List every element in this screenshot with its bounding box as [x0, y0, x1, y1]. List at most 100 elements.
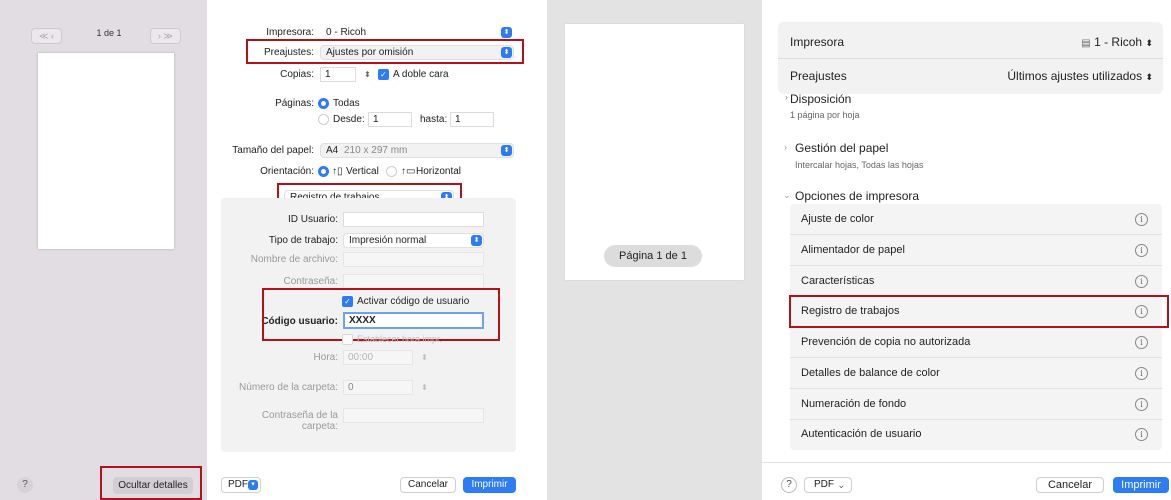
previous-page-button[interactable]: ≪ ‹ [31, 28, 62, 44]
info-icon[interactable]: i [1135, 244, 1148, 257]
page-counter: 1 de 1 [96, 28, 122, 38]
option-row-paper-feeder[interactable]: Alimentador de papel i [790, 235, 1162, 266]
chevron-updown-icon: ⬍ [501, 27, 512, 38]
info-icon[interactable]: i [1135, 336, 1148, 349]
print-button[interactable]: Imprimir [463, 477, 516, 493]
portrait-icon: ↑▯ [332, 166, 343, 177]
next-page-button[interactable]: › ≫ [150, 28, 181, 44]
pages-all-label: Todas [333, 98, 360, 109]
orientation-vertical-label: Vertical [346, 166, 379, 177]
layout-section-title[interactable]: Disposición [790, 94, 851, 106]
cancel-button[interactable]: Cancelar [400, 477, 456, 493]
file-name-field[interactable] [343, 252, 484, 267]
footer-divider [762, 462, 1171, 463]
orientation-vertical-radio[interactable] [318, 166, 329, 177]
info-icon[interactable]: i [1135, 213, 1148, 226]
chevron-updown-icon: ⬍ [501, 145, 512, 156]
chevron-right-icon: › [785, 94, 788, 102]
page-preview [565, 24, 744, 280]
chevron-down-icon: ▾ [248, 480, 258, 490]
set-time-checkbox[interactable] [342, 334, 353, 345]
printer-value: 1 - Ricoh [1094, 35, 1143, 49]
option-label: Ajuste de color [801, 213, 874, 225]
printer-row[interactable]: Impresora ▤ 1 - Ricoh ⬍ [778, 24, 1163, 60]
pages-label: Páginas: [275, 98, 314, 109]
pages-from-radio[interactable] [318, 114, 329, 125]
paper-handling-subtitle: Intercalar hojas, Todas las hojas [795, 160, 924, 170]
pdf-label: PDF [228, 479, 248, 490]
password-field[interactable] [343, 274, 484, 289]
chevron-updown-icon: ⬍ [1145, 38, 1153, 48]
orientation-horizontal-label: Horizontal [416, 166, 462, 177]
presets-value: Últimos ajustes utilizados [1007, 69, 1143, 83]
two-sided-checkbox[interactable]: ✓ [378, 69, 389, 80]
option-row-user-auth[interactable]: Autenticación de usuario i [790, 419, 1162, 450]
option-row-color-adjust[interactable]: Ajuste de color i [790, 204, 1162, 235]
pages-all-radio[interactable] [318, 98, 329, 109]
job-type-label: Tipo de trabajo: [268, 235, 338, 246]
left-preview-sidebar: ≪ ‹ › ≫ 1 de 1 ? Ocultar detalles [0, 0, 207, 500]
pages-from-field[interactable]: 1 [368, 112, 412, 127]
job-type-value: Impresión normal [349, 235, 427, 246]
highlight-job-log-option [789, 295, 1169, 328]
chevron-right-icon: › [784, 142, 787, 152]
info-icon[interactable]: i [1135, 367, 1148, 380]
info-icon[interactable]: i [1135, 428, 1148, 441]
pdf-menu-button[interactable]: PDF ▾ [221, 477, 261, 493]
set-time-label: Establecer hora impr. [357, 334, 443, 344]
copies-label: Copias: [280, 69, 314, 80]
divider [778, 58, 1163, 59]
time-label: Hora: [313, 352, 338, 363]
presets-row[interactable]: Preajustes Últimos ajustes utilizados ⬍ [778, 58, 1163, 94]
option-row-background-numbering[interactable]: Numeración de fondo i [790, 389, 1162, 420]
pages-to-field[interactable]: 1 [450, 112, 494, 127]
help-button[interactable]: ? [17, 477, 33, 493]
paper-size-value: A4 [326, 145, 339, 156]
paper-size-popup[interactable]: A4 210 x 297 mm ⬍ [320, 143, 514, 158]
cancel-button[interactable]: Cancelar [1036, 477, 1104, 493]
paper-size-label: Tamaño del papel: [232, 145, 314, 156]
pages-from-label: Desde: [333, 114, 365, 125]
two-sided-label: A doble cara [393, 69, 449, 80]
file-name-label: Nombre de archivo: [250, 254, 338, 265]
printer-label: Impresora [790, 35, 845, 49]
folder-number-stepper[interactable]: ⬍ [420, 381, 429, 394]
print-button[interactable]: Imprimir [1113, 477, 1169, 493]
folder-number-field[interactable]: 0 [343, 380, 413, 395]
job-type-popup[interactable]: Impresión normal ⬍ [343, 233, 484, 248]
copies-field[interactable]: 1 [320, 67, 356, 82]
option-label: Detalles de balance de color [801, 367, 940, 379]
printer-popup[interactable]: 0 - Ricoh ⬍ [320, 25, 514, 40]
option-row-features[interactable]: Características i [790, 266, 1162, 297]
printer-popup[interactable]: ▤ 1 - Ricoh ⬍ [1081, 24, 1153, 62]
presets-label: Preajustes [790, 69, 847, 83]
paper-size-dims: 210 x 297 mm [344, 145, 408, 156]
option-label: Prevención de copia no autorizada [801, 336, 971, 348]
option-row-copy-prevention[interactable]: Prevención de copia no autorizada i [790, 327, 1162, 358]
printer-value: 0 - Ricoh [326, 27, 367, 38]
time-field[interactable]: 00:00 [343, 350, 413, 365]
page-preview [38, 53, 174, 249]
info-icon[interactable]: i [1135, 398, 1148, 411]
user-id-field[interactable] [343, 212, 484, 227]
chevron-down-icon: ⌄ [837, 480, 845, 490]
info-icon[interactable]: i [1135, 275, 1148, 288]
option-label: Alimentador de papel [801, 244, 905, 256]
landscape-icon: ↑▭ [401, 166, 416, 177]
copies-stepper[interactable]: ⬍ [363, 68, 372, 81]
paper-handling-title[interactable]: Gestión del papel [795, 141, 888, 155]
time-stepper[interactable]: ⬍ [420, 351, 429, 364]
pdf-menu-button[interactable]: PDF ⌄ [804, 477, 852, 493]
chevron-updown-icon: ⬍ [1145, 72, 1153, 82]
option-row-color-balance[interactable]: Detalles de balance de color i [790, 358, 1162, 389]
layout-section-clip: › Disposición 1 página por hoja [778, 94, 1163, 124]
help-button[interactable]: ? [781, 477, 797, 493]
pdf-label: PDF [814, 479, 834, 490]
printer-options-title[interactable]: Opciones de impresora [795, 189, 919, 203]
option-label: Características [801, 275, 875, 287]
chevron-down-icon: ⌄ [783, 190, 791, 200]
folder-password-field[interactable] [343, 408, 484, 423]
orientation-horizontal-radio[interactable] [386, 166, 397, 177]
pages-to-label: hasta: [420, 114, 448, 125]
presets-popup[interactable]: Últimos ajustes utilizados ⬍ [1007, 58, 1153, 95]
